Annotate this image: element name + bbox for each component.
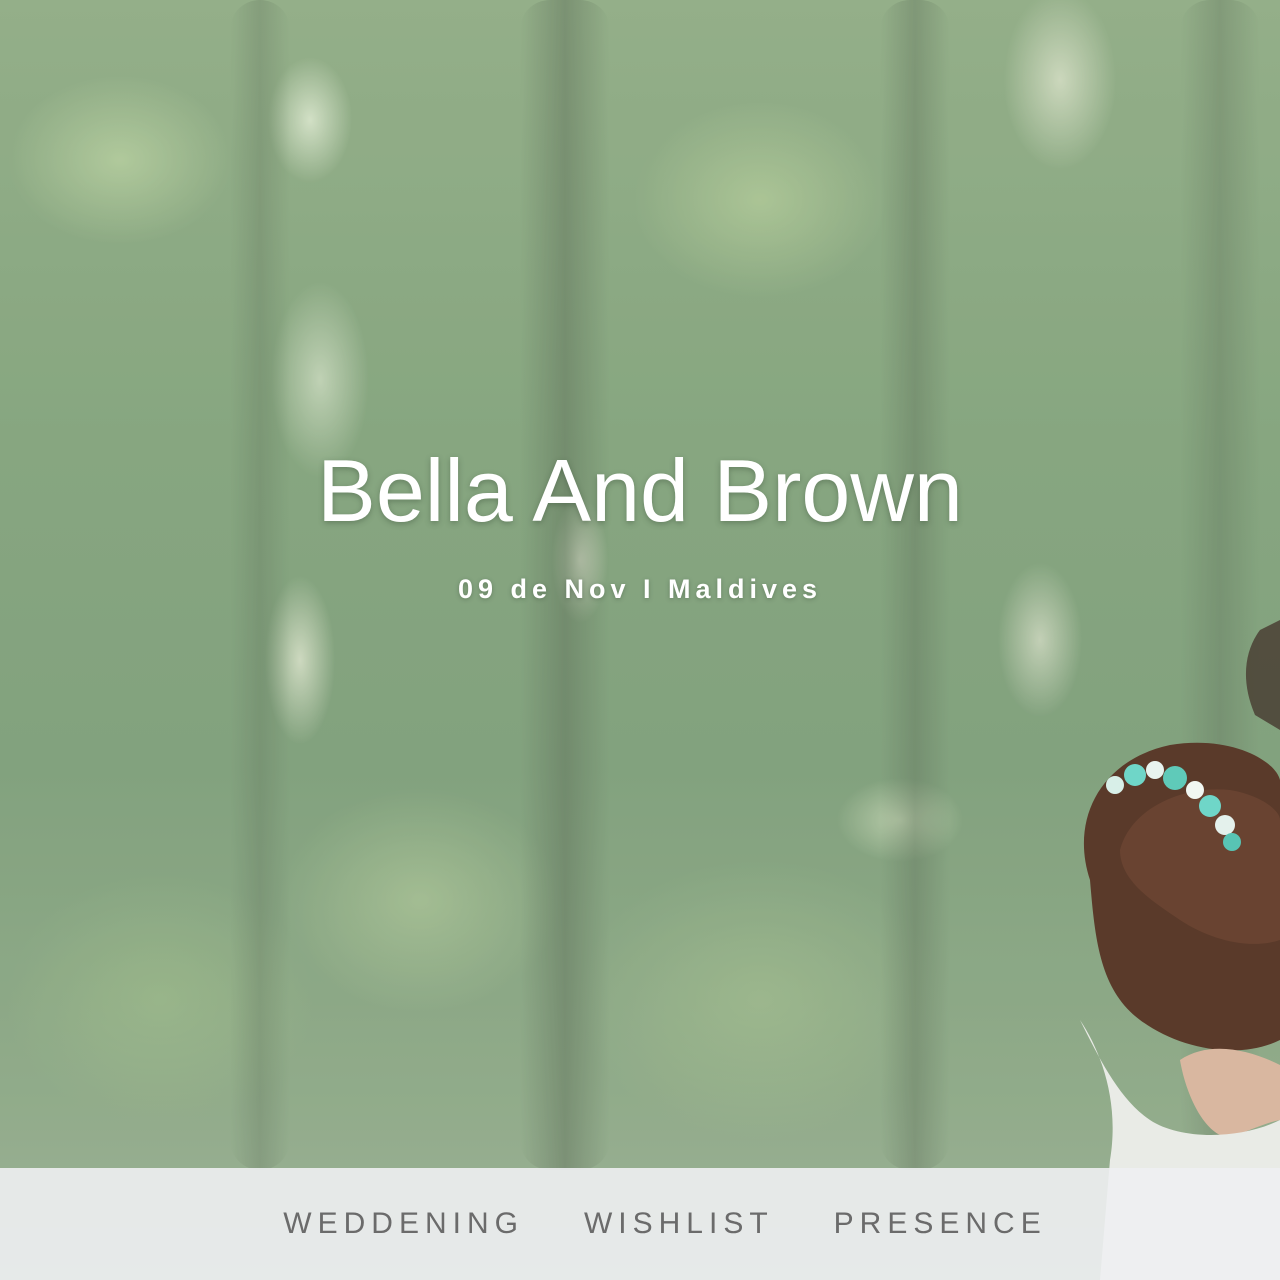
nav-item-wishlist[interactable]: WISHLIST bbox=[584, 1207, 774, 1241]
bottom-navigation: WEDDENING WISHLIST PRESENCE bbox=[0, 1168, 1280, 1280]
nav-item-presence[interactable]: PRESENCE bbox=[834, 1207, 1047, 1241]
nav-item-weddening[interactable]: WEDDENING bbox=[283, 1207, 524, 1241]
hero-background-image bbox=[0, 0, 1280, 1280]
hero-title: Bella And Brown bbox=[317, 441, 963, 540]
hero-subtitle: 09 de Nov I Maldives bbox=[457, 574, 823, 604]
